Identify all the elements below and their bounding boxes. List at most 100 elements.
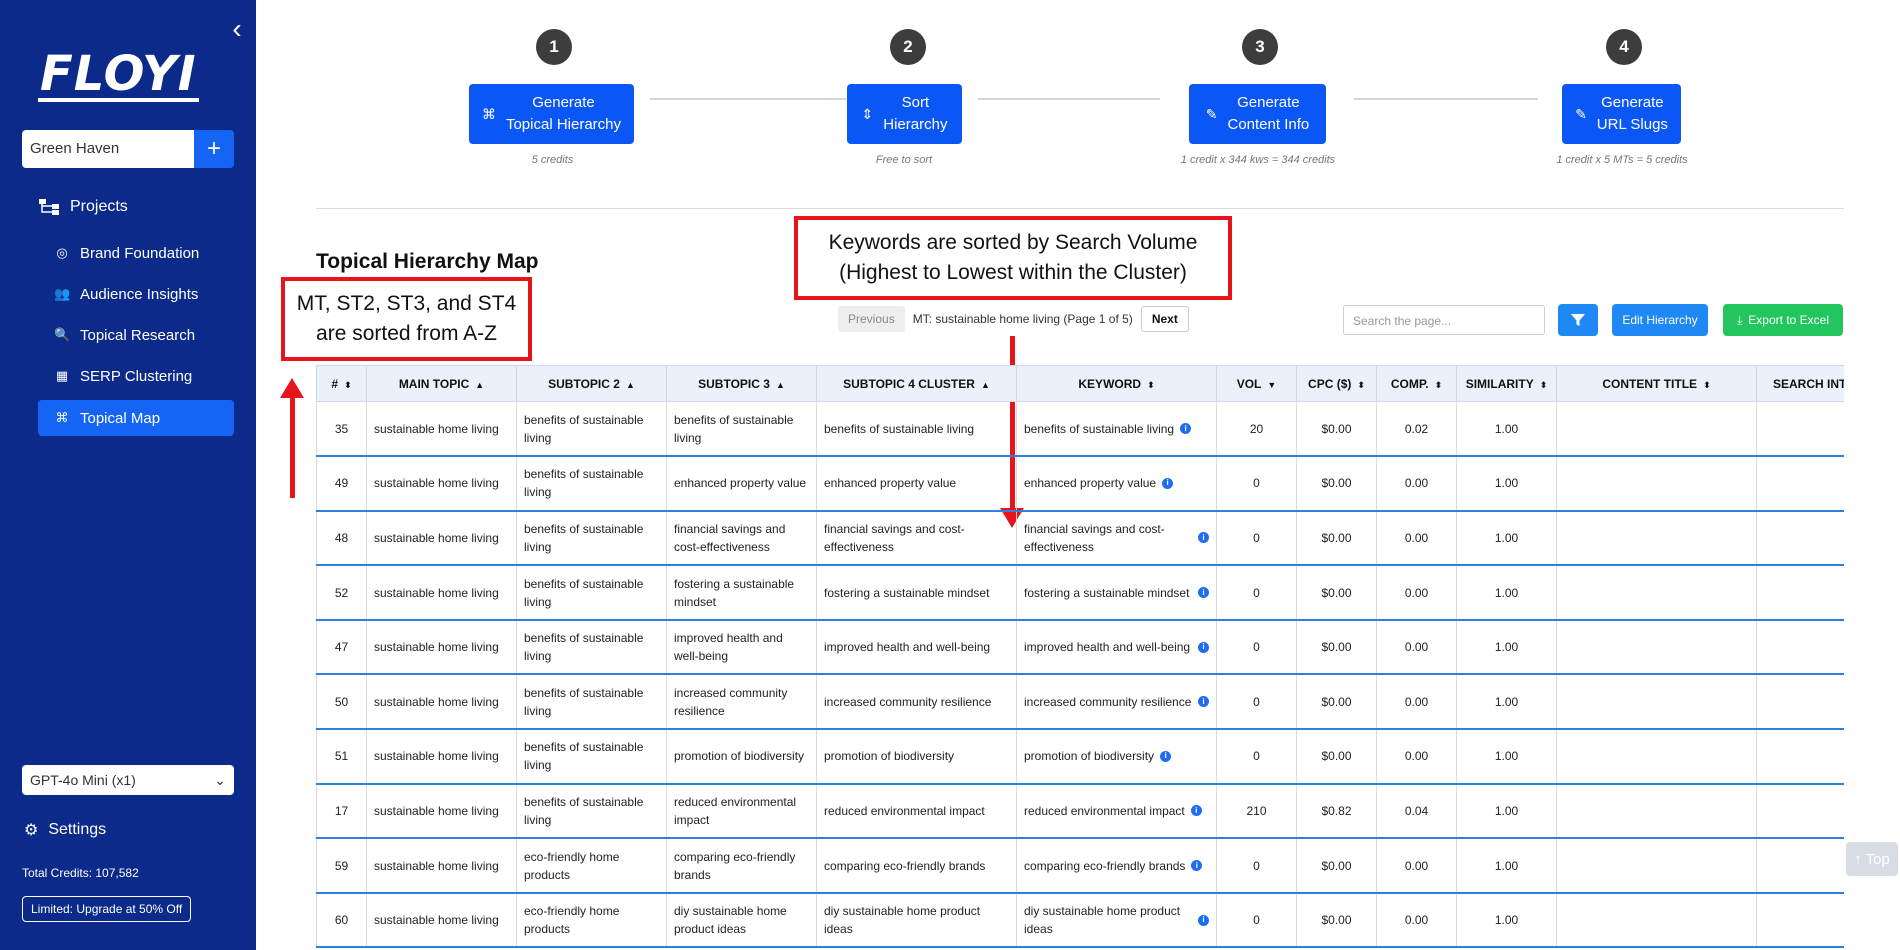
vol-cell: 0: [1216, 729, 1297, 785]
collapse-sidebar-icon[interactable]: ‹: [226, 15, 248, 43]
col-header-content-title[interactable]: CONTENT TITLE ⬍: [1556, 365, 1757, 402]
col-header-subtopic-3[interactable]: SUBTOPIC 3 ▲: [666, 365, 817, 402]
row-number: 47: [316, 619, 367, 676]
vol-cell: 210: [1216, 783, 1297, 840]
edit-hierarchy-button[interactable]: Edit Hierarchy: [1612, 304, 1708, 336]
info-icon[interactable]: i: [1198, 532, 1209, 544]
col-header-number[interactable]: # ⬍: [316, 365, 367, 402]
table-row[interactable]: 47 sustainable home living benefits of sus…: [316, 619, 1844, 676]
col-header-vol[interactable]: VOL ▼: [1216, 365, 1297, 402]
sort-hierarchy-button[interactable]: ⇕ Sort Hierarchy: [847, 84, 962, 144]
gear-icon: ⚙: [24, 822, 39, 839]
cpc-cell: $0.00: [1296, 456, 1377, 512]
annotation-text: MT, ST2, ST3, and ST4: [296, 291, 517, 315]
generate-topical-hierarchy-button[interactable]: ⌘ Generate Topical Hierarchy: [469, 84, 634, 144]
header-label: MAIN TOPIC: [398, 376, 470, 391]
table-row[interactable]: 35 sustainable home living benefits of sus…: [316, 401, 1844, 458]
col-header-cpc[interactable]: CPC ($) ⬍: [1296, 365, 1377, 402]
vol-cell: 20: [1216, 401, 1297, 458]
upgrade-button[interactable]: Limited: Upgrade at 50% Off: [22, 896, 192, 922]
table-row[interactable]: 17 sustainable home living benefits of sus…: [316, 783, 1844, 840]
subtopic-4-cell: financial savings and cost-effectiveness: [816, 510, 1017, 567]
table-row[interactable]: 51 sustainable home living benefits of sus…: [316, 729, 1844, 785]
similarity-cell: 1.00: [1456, 456, 1557, 512]
hierarchy-table: # ⬍ MAIN TOPIC ▲ SUBTOPIC 2 ▲ SUBTOPIC 3 ▲ S…: [316, 365, 1844, 950]
content-title-cell: [1556, 674, 1757, 731]
info-icon[interactable]: i: [1162, 477, 1174, 489]
search-intent-cell: [1756, 838, 1844, 894]
info-icon[interactable]: i: [1191, 860, 1203, 872]
info-icon[interactable]: i: [1190, 805, 1202, 817]
main-topic-cell: sustainable home living: [366, 729, 517, 785]
col-header-subtopic-2[interactable]: SUBTOPIC 2 ▲: [516, 365, 667, 402]
sidebar-item-label: Audience Insights: [80, 285, 199, 303]
step-4-badge: 4: [1606, 29, 1642, 65]
content-title-cell: [1556, 565, 1757, 621]
sidebar-item-label: Brand Foundation: [80, 244, 200, 262]
previous-page-button[interactable]: Previous: [838, 306, 905, 332]
chevron-down-icon: ⌄: [214, 771, 226, 788]
vol-cell: 0: [1216, 510, 1297, 567]
col-header-keyword[interactable]: KEYWORD ⬍: [1016, 365, 1217, 402]
sidebar-item-audience-insights[interactable]: 👥 Audience Insights: [38, 276, 234, 312]
table-row[interactable]: 49 sustainable home living benefits of sus…: [316, 456, 1844, 512]
sidebar-item-topical-map[interactable]: ⌘ Topical Map: [38, 400, 234, 436]
col-header-search-intent[interactable]: SEARCH INTENT: [1756, 365, 1844, 402]
keyword-cell: increased community resilience i: [1016, 674, 1217, 731]
annotation-text: are sorted from A-Z: [316, 322, 497, 345]
main-topic-cell: sustainable home living: [366, 456, 517, 512]
subtopic-2-cell: eco-friendly home products: [516, 892, 667, 949]
col-header-subtopic-4[interactable]: SUBTOPIC 4 CLUSTER ▲: [816, 365, 1017, 402]
sort-asc-icon: ▲: [475, 379, 485, 390]
row-number: 59: [316, 838, 367, 894]
sidebar-item-topical-research[interactable]: 🔍 Topical Research: [38, 317, 234, 353]
cpc-cell: $0.00: [1296, 729, 1377, 785]
keyword-text: financial savings and cost-effectiveness: [1024, 521, 1165, 554]
info-icon[interactable]: i: [1160, 750, 1172, 762]
similarity-cell: 1.00: [1456, 892, 1557, 949]
page-title: Topical Hierarchy Map: [316, 250, 539, 273]
table-row[interactable]: 52 sustainable home living benefits of sus…: [316, 565, 1844, 621]
info-icon[interactable]: i: [1180, 423, 1192, 435]
sidebar-item-brand-foundation[interactable]: ◎ Brand Foundation: [38, 235, 234, 271]
subtopic-3-cell: promotion of biodiversity: [666, 729, 817, 785]
info-icon[interactable]: i: [1198, 587, 1209, 599]
add-project-button[interactable]: +: [194, 130, 234, 168]
keyword-text: comparing eco-friendly brands: [1024, 858, 1186, 873]
table-row[interactable]: 48 sustainable home living benefits of sus…: [316, 510, 1844, 567]
table-row[interactable]: 50 sustainable home living benefits of sus…: [316, 674, 1844, 731]
search-input[interactable]: Search the page...: [1343, 305, 1545, 335]
annotation-sort-az: MT, ST2, ST3, and ST4 are sorted from A-Z: [281, 277, 532, 361]
info-icon[interactable]: i: [1198, 696, 1209, 708]
cpc-cell: $0.00: [1296, 838, 1377, 894]
info-icon[interactable]: i: [1198, 641, 1209, 653]
project-select[interactable]: Green Haven: [22, 130, 194, 168]
keyword-text: diy sustainable home product ideas: [1024, 904, 1181, 937]
subtopic-3-cell: comparing eco-friendly brands: [666, 838, 817, 894]
nav-projects[interactable]: Projects: [38, 198, 128, 216]
sidebar-item-serp-clustering[interactable]: ▦ SERP Clustering: [38, 358, 234, 394]
export-excel-button[interactable]: ⤓ Export to Excel: [1723, 304, 1843, 336]
next-page-button[interactable]: Next: [1140, 306, 1189, 332]
header-label: VOL: [1236, 376, 1262, 391]
sort-icon: ⬍: [1357, 379, 1365, 390]
table-row[interactable]: 59 sustainable home living eco-friendly ho…: [316, 838, 1844, 894]
comp-cell: 0.04: [1376, 783, 1457, 840]
col-header-main-topic[interactable]: MAIN TOPIC ▲: [366, 365, 517, 402]
search-intent-cell: [1756, 619, 1844, 676]
settings-link[interactable]: ⚙ Settings: [24, 820, 106, 840]
col-header-comp[interactable]: COMP. ⬍: [1376, 365, 1457, 402]
sort-icon: ⬍: [344, 379, 352, 390]
model-select[interactable]: GPT-4o Mini (x1) ⌄: [22, 765, 234, 795]
step-label: Sort: [901, 94, 930, 112]
generate-url-slugs-button[interactable]: ✎ Generate URL Slugs: [1562, 84, 1681, 144]
col-header-similarity[interactable]: SIMILARITY ⬍: [1456, 365, 1557, 402]
scroll-to-top-button[interactable]: ↑ Top: [1846, 842, 1898, 876]
vol-cell: 0: [1216, 892, 1297, 949]
model-select-value: GPT-4o Mini (x1): [30, 772, 136, 788]
generate-content-info-button[interactable]: ✎ Generate Content Info: [1189, 84, 1326, 144]
info-icon[interactable]: i: [1198, 914, 1209, 926]
table-row[interactable]: 60 sustainable home living eco-friendly ho…: [316, 892, 1844, 949]
filter-button[interactable]: [1558, 304, 1598, 336]
row-number: 51: [316, 729, 367, 785]
